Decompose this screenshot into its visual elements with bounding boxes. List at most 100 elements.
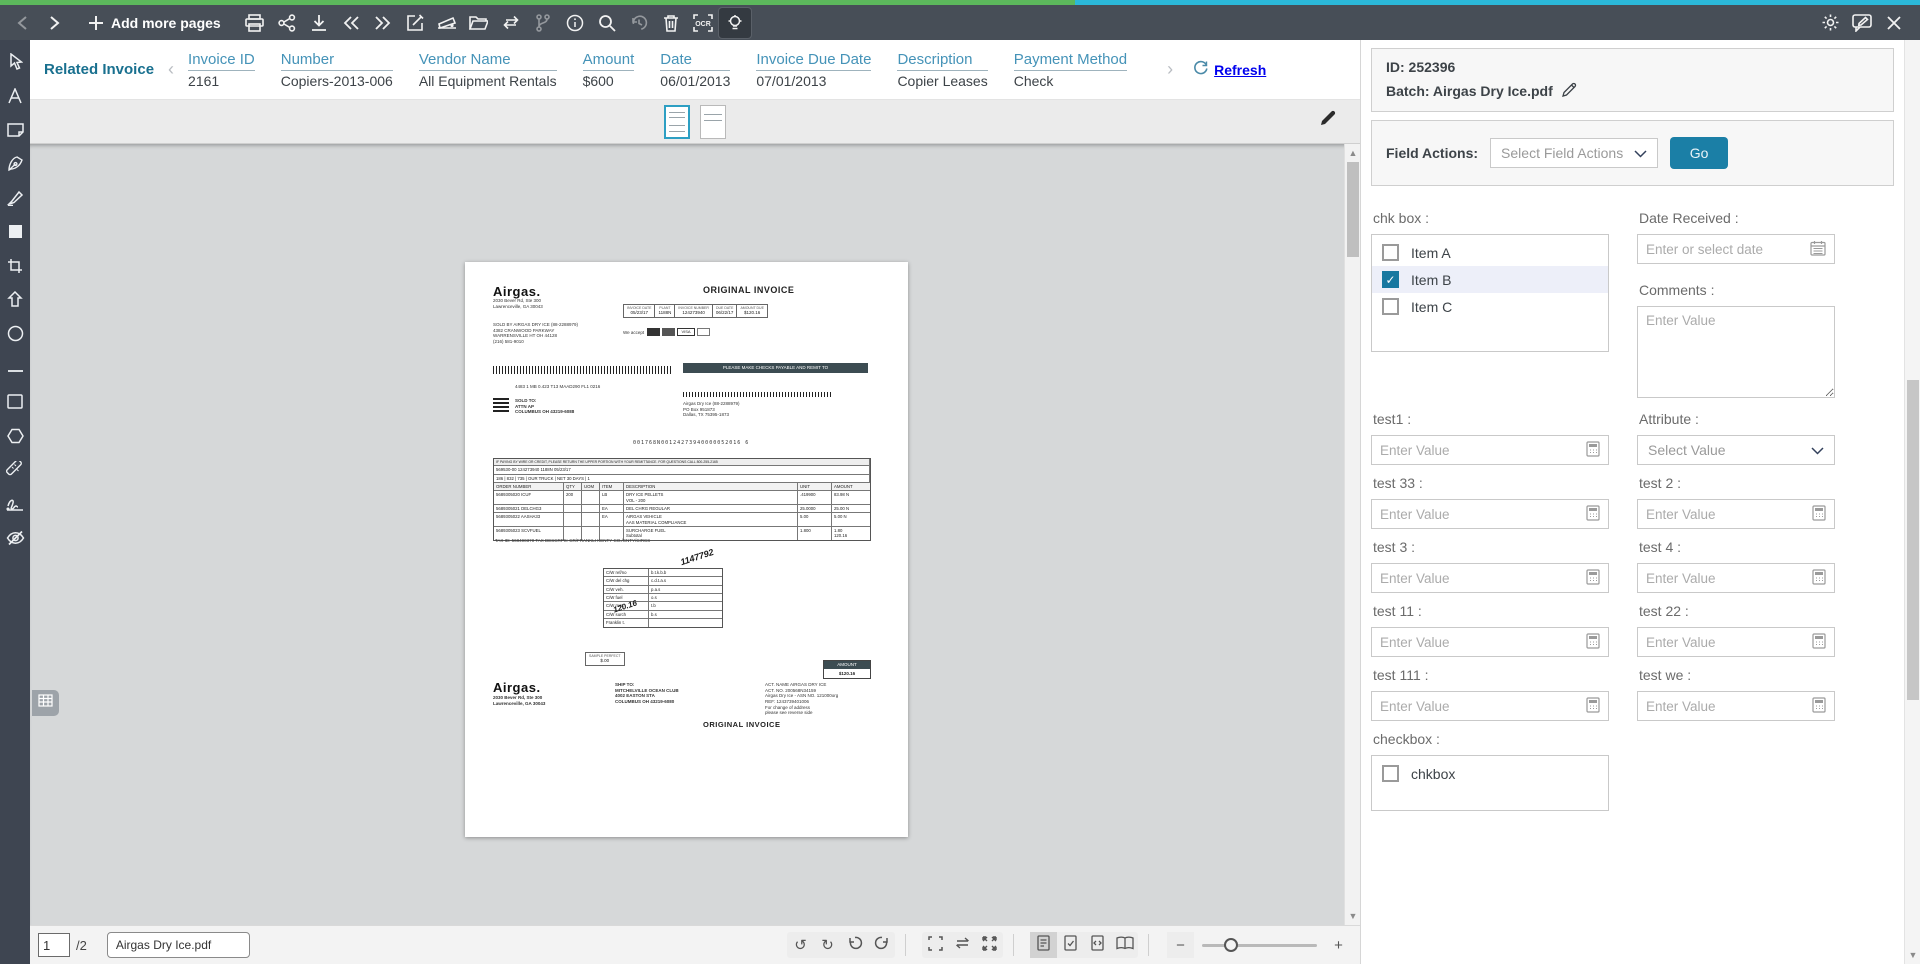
collapse-left-button[interactable] [335, 8, 367, 38]
grid-view-toggle-button[interactable] [32, 690, 59, 716]
testwe-input[interactable]: Enter Value [1637, 691, 1835, 721]
select-tool-button[interactable] [3, 52, 27, 76]
page-check-view-button[interactable] [1057, 932, 1084, 958]
feedback-button[interactable] [1846, 8, 1878, 38]
field-actions-select[interactable]: Select Field Actions [1490, 138, 1658, 168]
book-view-button[interactable] [1111, 932, 1138, 958]
calculator-icon[interactable] [1586, 441, 1600, 460]
annotate-page-button[interactable] [1318, 108, 1338, 133]
download-button[interactable] [303, 8, 335, 38]
single-page-view-button[interactable] [1030, 932, 1057, 958]
lamp-button[interactable] [719, 8, 751, 38]
chk-item-c[interactable]: Item C [1372, 293, 1608, 320]
ellipse-tool-button[interactable] [3, 324, 27, 348]
branch-button[interactable] [527, 8, 559, 38]
chkbox-item[interactable]: chkbox [1372, 760, 1608, 787]
zoom-out-button[interactable]: − [1167, 932, 1194, 958]
calculator-icon[interactable] [1586, 633, 1600, 652]
scroll-up-arrow[interactable]: ▲ [1345, 146, 1360, 160]
edit-batch-pencil-icon[interactable] [1561, 81, 1578, 101]
calculator-icon[interactable] [1586, 569, 1600, 588]
search-button[interactable] [591, 8, 623, 38]
info-button[interactable] [559, 8, 591, 38]
checkbox-unchecked-icon[interactable] [1382, 765, 1399, 782]
page-number-input[interactable] [38, 933, 70, 957]
test111-input[interactable]: Enter Value [1371, 691, 1609, 721]
document-scrollbar[interactable]: ▲ ▼ [1344, 144, 1360, 925]
test3-input[interactable]: Enter Value [1371, 563, 1609, 593]
panel-scroll-down-arrow[interactable]: ▼ [1905, 948, 1920, 962]
test4-input[interactable]: Enter Value [1637, 563, 1835, 593]
panel-scrollbar[interactable]: ▼ [1904, 40, 1920, 964]
rotate-left-button[interactable] [841, 932, 868, 958]
panel-scrollbar-thumb[interactable] [1907, 380, 1919, 700]
fields-scroll-right-chevron[interactable]: › [1153, 59, 1187, 80]
zoom-slider-knob[interactable] [1224, 938, 1238, 952]
zoom-in-button[interactable]: + [1325, 932, 1352, 958]
document-canvas[interactable]: Airgas. 2030 Bever Rd, Ste 300 Lawrencev… [30, 144, 1360, 925]
chk-item-a[interactable]: Item A [1372, 239, 1608, 266]
calculator-icon[interactable] [1812, 505, 1826, 524]
test22-input[interactable]: Enter Value [1637, 627, 1835, 657]
checkbox-unchecked-icon[interactable] [1382, 298, 1399, 315]
fit-page-button[interactable] [976, 932, 1003, 958]
rotate-right-button[interactable] [868, 932, 895, 958]
page-thumbnail-2[interactable] [700, 105, 726, 139]
fields-scroll-left-chevron[interactable]: ‹ [154, 59, 188, 80]
go-button[interactable]: Go [1670, 137, 1728, 169]
scroll-down-arrow[interactable]: ▼ [1345, 909, 1360, 923]
filename-input[interactable] [107, 932, 250, 958]
history-button[interactable] [623, 8, 655, 38]
share-button[interactable] [271, 8, 303, 38]
undo-button[interactable]: ↺ [787, 932, 814, 958]
ocr-button[interactable]: OCR [687, 8, 719, 38]
print-button[interactable] [239, 8, 271, 38]
comments-textarea[interactable] [1637, 306, 1835, 398]
polygon-tool-button[interactable] [3, 426, 27, 450]
calculator-icon[interactable] [1812, 633, 1826, 652]
calculator-icon[interactable] [1812, 697, 1826, 716]
refresh-link[interactable]: Refresh [1214, 62, 1266, 78]
date-received-input[interactable]: Enter or select date [1637, 234, 1835, 264]
folder-button[interactable] [463, 8, 495, 38]
pen-tool-button[interactable] [3, 154, 27, 178]
test2-input[interactable]: Enter Value [1637, 499, 1835, 529]
crop-tool-button[interactable] [3, 256, 27, 280]
calculator-icon[interactable] [1586, 505, 1600, 524]
calculator-icon[interactable] [1586, 697, 1600, 716]
add-more-pages-button[interactable]: Add more pages [84, 8, 225, 38]
forward-button[interactable] [38, 8, 70, 38]
back-button[interactable] [6, 8, 38, 38]
filled-rect-tool-button[interactable] [3, 222, 27, 246]
zoom-slider-track[interactable] [1202, 944, 1317, 947]
invoice-page[interactable]: Airgas. 2030 Bever Rd, Ste 300 Lawrencev… [465, 262, 908, 837]
checkbox-checked-icon[interactable]: ✓ [1382, 271, 1399, 288]
note-tool-button[interactable] [3, 120, 27, 144]
calendar-icon[interactable] [1810, 240, 1826, 259]
test33-input[interactable]: Enter Value [1371, 499, 1609, 529]
calculator-icon[interactable] [1812, 569, 1826, 588]
expand-right-button[interactable] [367, 8, 399, 38]
line-tool-button[interactable] [3, 358, 27, 382]
checkbox-unchecked-icon[interactable] [1382, 244, 1399, 261]
ruler-tool-button[interactable] [3, 460, 27, 484]
refresh-button[interactable]: Refresh [1193, 59, 1266, 80]
edit-button[interactable] [399, 8, 431, 38]
transfer-button[interactable] [495, 8, 527, 38]
chk-item-b[interactable]: ✓ Item B [1372, 266, 1608, 293]
test11-input[interactable]: Enter Value [1371, 627, 1609, 657]
redo-button[interactable]: ↻ [814, 932, 841, 958]
highlighter-tool-button[interactable] [3, 188, 27, 212]
attribute-select[interactable]: Select Value [1637, 435, 1835, 465]
settings-button[interactable] [1814, 8, 1846, 38]
close-button[interactable] [1878, 8, 1910, 38]
page-thumbnail-1[interactable] [664, 105, 690, 139]
document-scrollbar-thumb[interactable] [1347, 162, 1359, 257]
hide-annotations-button[interactable] [3, 528, 27, 552]
stamp-arrow-tool-button[interactable] [3, 290, 27, 314]
page-code-view-button[interactable] [1084, 932, 1111, 958]
test1-input[interactable]: Enter Value [1371, 435, 1609, 465]
delete-button[interactable] [655, 8, 687, 38]
signature-tool-button[interactable] [3, 494, 27, 518]
scan-button[interactable] [431, 8, 463, 38]
